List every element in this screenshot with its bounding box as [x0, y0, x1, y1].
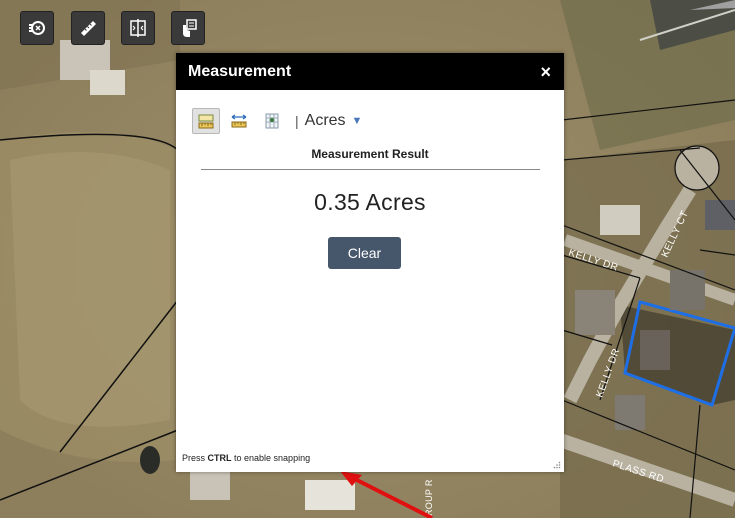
road-label-roup: ROUP R [424, 479, 434, 516]
unit-dropdown[interactable]: Acres ▼ [305, 112, 363, 130]
unit-separator: | [295, 113, 299, 129]
snapping-hint-prefix: Press [182, 453, 208, 463]
snapping-hint: Press CTRL to enable snapping [182, 453, 310, 463]
close-button[interactable]: × [540, 63, 551, 81]
caret-down-icon: ▼ [351, 115, 363, 127]
panel-header: Measurement × [176, 53, 564, 90]
measure-tool-row: | Acres ▼ [192, 108, 362, 134]
result-divider [201, 169, 540, 170]
unit-dropdown-value: Acres [304, 112, 346, 129]
area-measure-icon [198, 114, 214, 129]
measurement-result-value: 0.35 Acres [314, 189, 426, 215]
snapping-hint-suffix: to enable snapping [231, 453, 311, 463]
measurement-tool-button[interactable] [71, 11, 105, 45]
measurement-result-label: Measurement Result [311, 147, 429, 161]
ruler-icon [81, 21, 96, 36]
measurement-panel: Measurement × | Acres ▼ Measurement Resu… [176, 53, 564, 472]
location-tool-button[interactable] [258, 108, 286, 134]
identify-pointer-icon [183, 19, 197, 37]
layer-search-button[interactable] [20, 11, 54, 45]
resize-grip-icon[interactable] [553, 461, 561, 469]
location-measure-icon [265, 113, 279, 129]
identify-tool-button[interactable] [171, 11, 205, 45]
swipe-compare-icon [130, 19, 146, 37]
snapping-hint-key: CTRL [207, 453, 232, 463]
layers-search-icon [29, 21, 45, 35]
area-tool-button[interactable] [192, 108, 220, 134]
distance-tool-button[interactable] [225, 108, 253, 134]
swipe-tool-button[interactable] [121, 11, 155, 45]
clear-button[interactable]: Clear [328, 237, 401, 269]
distance-measure-icon [231, 114, 247, 128]
panel-title: Measurement [188, 62, 292, 80]
